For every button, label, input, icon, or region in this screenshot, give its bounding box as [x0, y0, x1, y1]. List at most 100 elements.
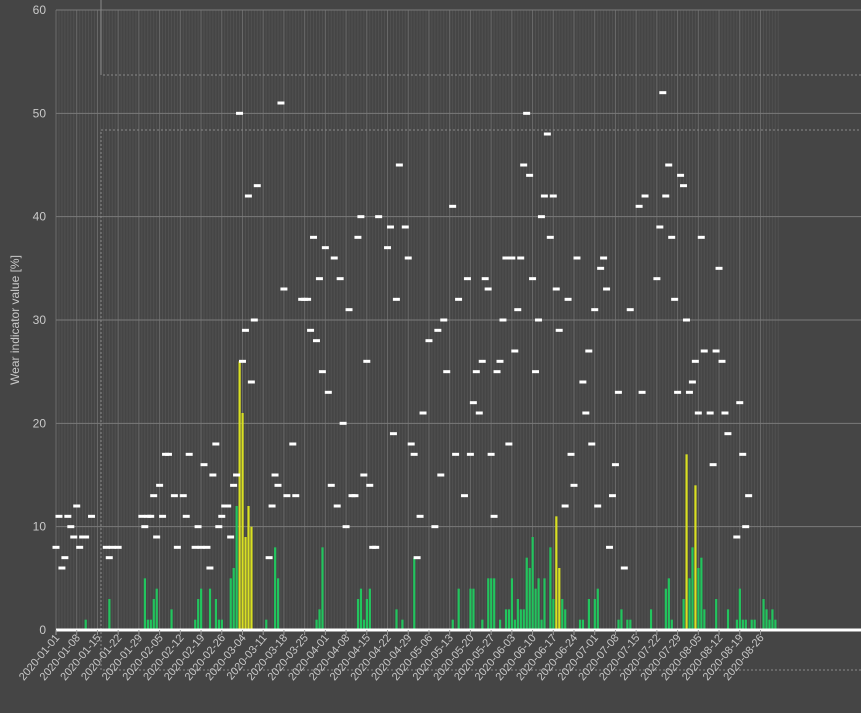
wear-marker — [739, 452, 747, 456]
wear-marker — [179, 494, 187, 498]
wear-marker — [407, 442, 415, 446]
wear-bar — [534, 588, 537, 630]
wear-bar — [587, 599, 590, 630]
wear-bar — [490, 578, 493, 630]
wear-bar — [220, 619, 223, 630]
wear-bar — [401, 619, 404, 630]
wear-marker — [499, 318, 507, 322]
wear-marker — [564, 297, 572, 301]
wear-marker — [389, 432, 397, 436]
wear-marker — [182, 514, 190, 518]
wear-marker — [141, 525, 149, 529]
wear-marker — [440, 318, 448, 322]
wear-marker — [677, 173, 685, 177]
wear-marker — [431, 525, 439, 529]
wear-marker — [469, 401, 477, 405]
wear-bar — [481, 619, 484, 630]
wear-bar — [265, 619, 268, 630]
wear-marker — [481, 277, 489, 281]
wear-marker — [173, 545, 181, 549]
wear-bar — [507, 609, 511, 630]
wear-marker — [517, 256, 525, 260]
wear-marker — [280, 287, 288, 291]
wear-marker — [523, 111, 531, 115]
wear-marker — [700, 349, 708, 353]
wear-marker — [493, 370, 501, 374]
wear-marker — [395, 163, 403, 167]
wear-bar — [753, 619, 756, 630]
wear-marker — [366, 483, 374, 487]
y-tick-label: 40 — [33, 210, 47, 224]
wear-marker — [472, 370, 480, 374]
wear-marker — [614, 390, 622, 394]
y-tick-label: 20 — [33, 416, 47, 430]
wear-marker — [709, 463, 717, 467]
wear-marker — [443, 370, 451, 374]
wear-marker — [555, 328, 563, 332]
wear-bar — [522, 609, 525, 630]
wear-marker — [227, 535, 235, 539]
wear-bar — [735, 619, 738, 630]
wear-bar — [197, 599, 200, 630]
wear-bar — [682, 599, 685, 630]
wear-marker — [511, 349, 519, 353]
wear-bar — [513, 619, 516, 630]
wear-marker — [321, 246, 329, 250]
wear-bar — [543, 578, 546, 630]
wear-marker — [224, 504, 232, 508]
wear-marker — [82, 535, 90, 539]
wear-bar — [356, 599, 360, 630]
wear-marker — [425, 339, 433, 343]
wear-marker — [478, 359, 486, 363]
wear-bar — [531, 537, 534, 630]
wear-bar — [238, 361, 241, 630]
wear-marker — [88, 514, 96, 518]
wear-marker — [463, 277, 471, 281]
wear-marker — [662, 194, 670, 198]
wear-bar — [208, 588, 212, 630]
wear-marker — [203, 545, 211, 549]
wear-bar — [214, 599, 218, 630]
wear-marker — [540, 194, 548, 198]
wear-marker — [73, 504, 81, 508]
wear-marker — [659, 91, 667, 95]
wear-bar — [247, 506, 250, 630]
wear-bar — [738, 588, 741, 630]
wear-marker — [514, 308, 522, 312]
wear-marker — [680, 184, 688, 188]
wear-marker — [668, 235, 676, 239]
wear-marker — [277, 101, 285, 105]
wear-bar — [629, 619, 632, 630]
wear-marker — [549, 194, 557, 198]
wear-marker — [543, 132, 551, 136]
wear-bar — [149, 619, 152, 630]
wear-marker — [212, 442, 220, 446]
wear-marker — [419, 411, 427, 415]
wear-marker — [475, 411, 483, 415]
wear-marker — [236, 111, 244, 115]
wear-marker — [410, 452, 418, 456]
y-tick-label: 30 — [33, 313, 47, 327]
wear-marker — [656, 225, 664, 229]
wear-bar — [670, 619, 673, 630]
wear-marker — [330, 256, 338, 260]
wear-marker — [114, 545, 122, 549]
wear-marker — [653, 277, 661, 281]
wear-marker — [626, 308, 634, 312]
wear-marker — [209, 473, 217, 477]
wear-bar — [617, 619, 620, 630]
y-tick-label: 60 — [33, 3, 47, 17]
wear-marker — [582, 411, 590, 415]
wear-bar — [528, 568, 531, 630]
wear-marker — [600, 256, 608, 260]
wear-bar — [685, 454, 688, 630]
wear-bar — [457, 588, 460, 630]
wear-marker — [620, 566, 628, 570]
wear-bar — [516, 599, 519, 630]
wear-bar — [108, 599, 111, 630]
wear-bar — [741, 619, 744, 630]
wear-marker — [691, 359, 699, 363]
wear-bar — [469, 588, 472, 630]
wear-marker — [307, 328, 315, 332]
wear-bar — [217, 619, 220, 630]
